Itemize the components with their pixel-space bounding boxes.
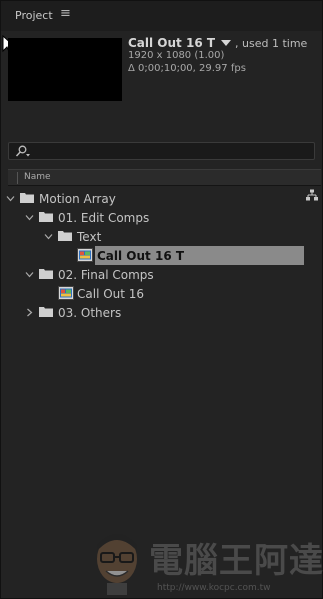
- preview-usage: , used 1 time: [235, 37, 308, 50]
- folder-icon: [58, 231, 72, 241]
- preview-title: Call Out 16 T: [128, 36, 216, 50]
- mascot-face-icon: [97, 534, 137, 595]
- watermark-url: http://www.kocpc.com.tw: [157, 583, 271, 593]
- tree-row-call-out-16[interactable]: Call Out 16: [1, 284, 322, 303]
- tree-row-call-out-16-t[interactable]: Call Out 16 T: [1, 246, 322, 265]
- tree-row-others[interactable]: 03. Others: [1, 303, 322, 322]
- tree-label: Motion Array: [39, 192, 116, 206]
- search-input[interactable]: [35, 144, 305, 158]
- tree-row-edit-comps[interactable]: 01. Edit Comps: [1, 208, 322, 227]
- chevron-down-icon[interactable]: [44, 232, 53, 241]
- folder-icon: [39, 269, 53, 279]
- panel-header: Project ≡: [1, 1, 322, 31]
- tree-label: 01. Edit Comps: [58, 211, 150, 225]
- tree-label: Call Out 16 T: [97, 249, 185, 263]
- folder-icon: [39, 307, 53, 317]
- usage-dropdown-icon[interactable]: [221, 40, 232, 46]
- search-icon[interactable]: [15, 145, 31, 158]
- chevron-right-icon[interactable]: [25, 308, 34, 317]
- chevron-down-icon[interactable]: [6, 194, 15, 203]
- tree-row-final-comps[interactable]: 02. Final Comps: [1, 265, 322, 284]
- chevron-down-icon[interactable]: [25, 213, 34, 222]
- tree-row-text[interactable]: Text: [1, 227, 322, 246]
- column-header-row: Name: [8, 169, 321, 186]
- column-name-header[interactable]: Name: [24, 172, 51, 182]
- project-panel: Project ≡ Call Out 16 T , used 1 time 192…: [0, 0, 323, 599]
- tree-label: 03. Others: [58, 306, 122, 320]
- preview-dimensions: 1920 x 1080 (1.00): [128, 50, 225, 61]
- preview-title-line: Call Out 16 T , used 1 time: [128, 36, 307, 50]
- folder-icon: [39, 212, 53, 222]
- watermark: 電腦王阿達 http://www.kocpc.com.tw: [91, 523, 323, 599]
- preview-duration: Δ 0;00;10;00, 29.97 fps: [128, 63, 246, 74]
- tree-row-motion-array[interactable]: Motion Array: [1, 189, 322, 208]
- composition-icon: [58, 286, 74, 300]
- watermark-text: 電腦王阿達: [149, 541, 323, 581]
- panel-menu-icon[interactable]: ≡: [60, 6, 71, 21]
- preview-thumbnail: [8, 38, 122, 101]
- chevron-down-icon[interactable]: [25, 270, 34, 279]
- search-box[interactable]: [8, 142, 315, 160]
- composition-icon: [77, 248, 93, 262]
- folder-icon: [20, 193, 34, 203]
- tree-label: Text: [77, 230, 102, 244]
- tree-label: Call Out 16: [77, 287, 145, 301]
- tree-label: 02. Final Comps: [58, 268, 154, 282]
- tab-project[interactable]: Project: [15, 9, 53, 22]
- column-divider[interactable]: [17, 172, 18, 184]
